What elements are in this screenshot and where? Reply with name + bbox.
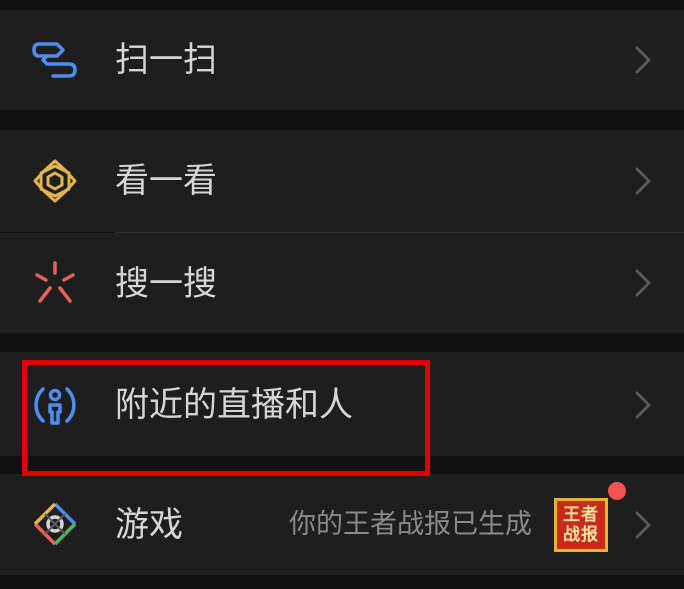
menu-item-nearby-live[interactable]: 附近的直播和人 xyxy=(0,352,684,456)
chevron-right-icon xyxy=(635,391,651,419)
menu-item-search-label: 搜一搜 xyxy=(115,264,217,304)
scan-icon xyxy=(30,35,80,85)
games-notification-text: 你的王者战报已生成 xyxy=(289,509,532,540)
discover-menu: 扫一扫 看一看 搜一搜 附近的直播和人 游戏 你的王者战报已生成 王者战报 xyxy=(0,0,684,589)
look-icon xyxy=(30,156,80,206)
games-icon xyxy=(30,499,80,549)
menu-item-games-label: 游戏 xyxy=(115,505,183,545)
menu-item-look-label: 看一看 xyxy=(115,161,217,201)
game-report-thumbnail: 王者战报 xyxy=(554,498,608,552)
chevron-right-icon xyxy=(635,511,651,539)
menu-item-scan-label: 扫一扫 xyxy=(115,40,217,80)
menu-item-scan[interactable]: 扫一扫 xyxy=(0,10,684,110)
nearby-live-icon xyxy=(30,380,80,430)
menu-item-search[interactable]: 搜一搜 xyxy=(0,233,684,333)
notification-badge xyxy=(608,482,626,500)
chevron-right-icon xyxy=(635,46,651,74)
chevron-right-icon xyxy=(635,167,651,195)
menu-item-look[interactable]: 看一看 xyxy=(0,130,684,232)
menu-item-nearby-live-label: 附近的直播和人 xyxy=(115,385,353,425)
chevron-right-icon xyxy=(635,269,651,297)
search-icon xyxy=(30,258,80,308)
menu-item-games[interactable]: 游戏 你的王者战报已生成 王者战报 xyxy=(0,474,684,575)
